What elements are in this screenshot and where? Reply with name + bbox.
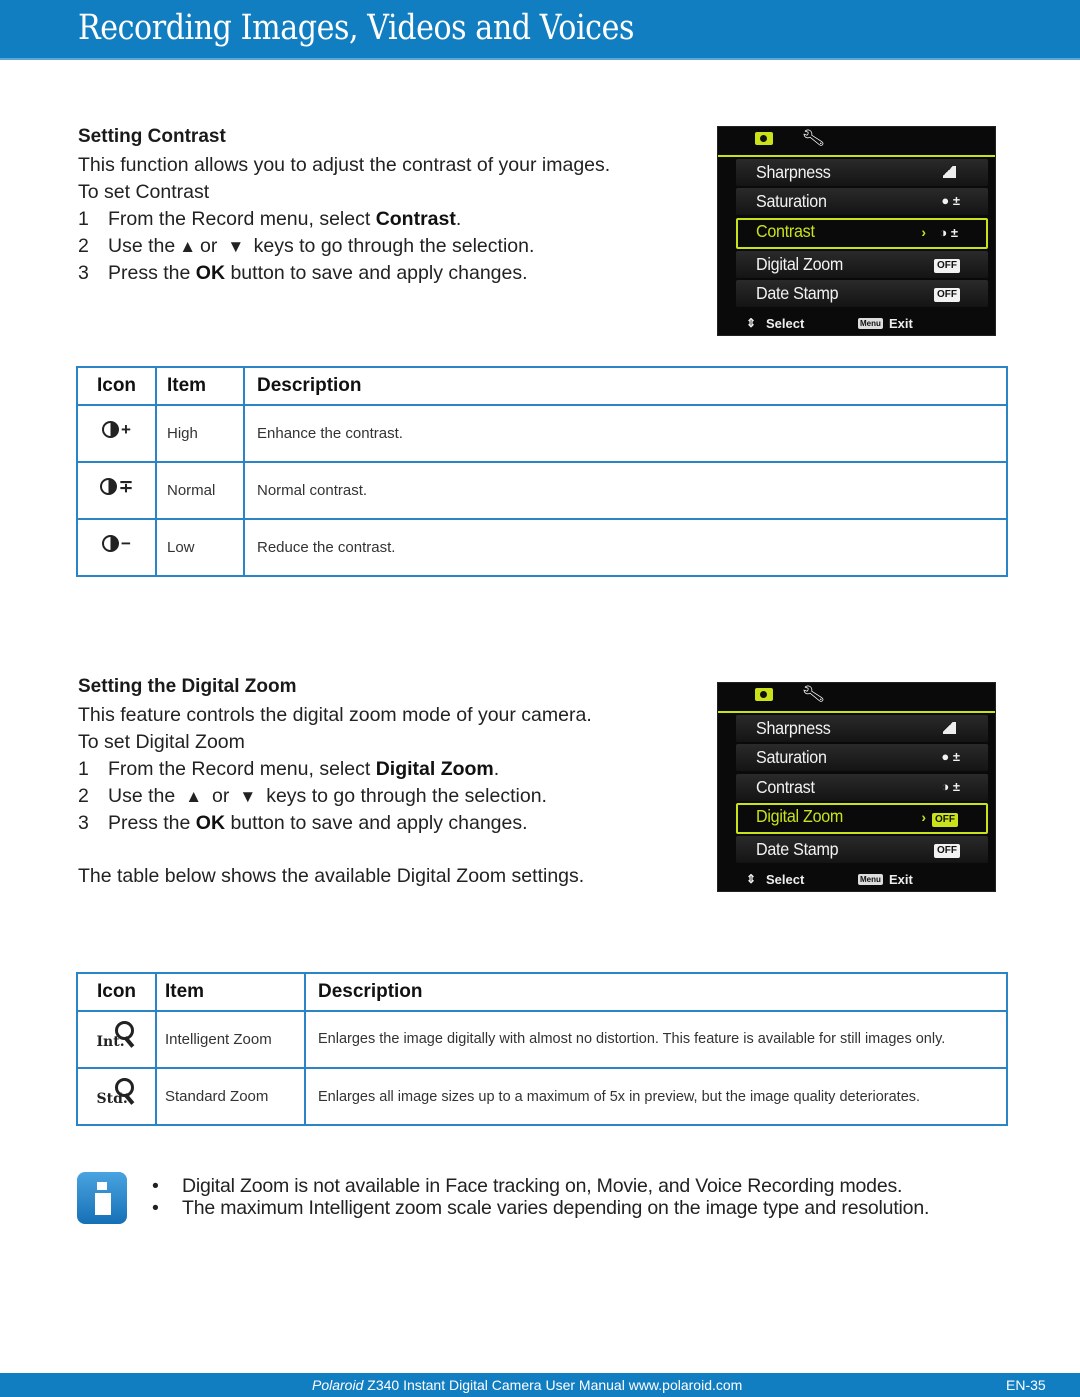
section-heading: Setting the Digital Zoom bbox=[78, 676, 297, 697]
chevron-right-icon: › bbox=[921, 808, 926, 825]
updown-arrows-icon: ⇕ bbox=[746, 316, 757, 330]
section-to-set: To set Digital Zoom bbox=[78, 731, 245, 753]
camera-menu-footer: ⇕ Select Menu Exit bbox=[746, 872, 913, 887]
info-icon bbox=[77, 1172, 127, 1224]
camera-menu-row-selected: Digital Zoom › OFF bbox=[736, 802, 988, 834]
contrast-low-icon: − bbox=[102, 534, 131, 554]
digital-zoom-table: Icon Item Description Int. Intelligent Z… bbox=[76, 972, 1008, 1126]
contrast-icon: ◑ ± bbox=[939, 224, 958, 240]
camera-menu-row: Saturation ● ± bbox=[736, 188, 988, 216]
section-to-set: To set Contrast bbox=[78, 181, 210, 203]
footer-text: Z340 Instant Digital Camera User Manual … bbox=[363, 1377, 743, 1393]
menu-button-icon: Menu bbox=[858, 318, 883, 329]
notes-list: • Digital Zoom is not available in Face … bbox=[150, 1175, 929, 1219]
step-2: 2 Use the ▲ or ▼ keys to go through the sel… bbox=[78, 233, 610, 260]
table-header-row: Icon Item Description bbox=[76, 972, 1008, 1012]
sharpness-icon bbox=[943, 166, 956, 178]
contrast-high-icon: + bbox=[102, 420, 131, 440]
standard-zoom-icon: Std. bbox=[95, 1077, 139, 1113]
camera-menu-footer: ⇕ Select Menu Exit bbox=[746, 316, 913, 331]
digital-zoom-section: Setting the Digital Zoom This feature co… bbox=[78, 676, 592, 890]
menu-button-icon: Menu bbox=[858, 874, 883, 885]
note-item: • Digital Zoom is not available in Face … bbox=[152, 1175, 903, 1197]
camera-menu-row: Sharpness bbox=[736, 159, 988, 186]
contrast-icon: ◑ ± bbox=[941, 778, 960, 794]
note-item: • The maximum Intelligent zoom scale var… bbox=[152, 1197, 930, 1219]
step-1: 1 From the Record menu, select Contrast. bbox=[78, 208, 462, 230]
up-arrow-icon: ▲ bbox=[179, 237, 197, 256]
table-row: ∓ Normal Normal contrast. bbox=[76, 461, 1008, 520]
contrast-section: Setting Contrast This function allows yo… bbox=[78, 126, 610, 287]
chevron-right-icon: › bbox=[921, 223, 926, 240]
off-badge: OFF bbox=[932, 812, 958, 827]
down-arrow-icon: ▼ bbox=[239, 787, 257, 806]
step-1: 1 From the Record menu, select Digital Z… bbox=[78, 758, 500, 780]
wrench-icon: 🔧︎ bbox=[800, 126, 827, 150]
sharpness-icon bbox=[943, 722, 956, 734]
table-row: Int. Intelligent Zoom Enlarges the image… bbox=[76, 1010, 1008, 1069]
page-title: Recording Images, Videos and Voices bbox=[78, 8, 635, 48]
step-3: 3 Press the OK button to save and apply … bbox=[78, 812, 528, 834]
camera-menu-screenshot-digital-zoom: 🔧︎ Sharpness Saturation ● ± Contrast ◑ ±… bbox=[717, 682, 996, 892]
step-3: 3 Press the OK button to save and apply … bbox=[78, 262, 528, 284]
table-row: Std. Standard Zoom Enlarges all image si… bbox=[76, 1067, 1008, 1126]
page-header: Recording Images, Videos and Voices bbox=[0, 0, 1080, 60]
wrench-icon: 🔧︎ bbox=[800, 682, 827, 706]
brand-name: Polaroid bbox=[312, 1377, 364, 1393]
updown-arrows-icon: ⇕ bbox=[746, 872, 757, 886]
saturation-icon: ● ± bbox=[941, 749, 960, 765]
camera-icon bbox=[755, 688, 773, 701]
section-heading: Setting Contrast bbox=[78, 126, 226, 147]
table-header-row: Icon Item Description bbox=[76, 366, 1008, 406]
saturation-icon: ● ± bbox=[941, 193, 960, 209]
table-note: The table below shows the available Digi… bbox=[78, 865, 585, 887]
off-badge: OFF bbox=[934, 844, 960, 859]
camera-menu-screenshot-contrast: 🔧︎ Sharpness Saturation ● ± Contrast › ◑… bbox=[717, 126, 996, 336]
camera-menu-row-selected: Contrast › ◑ ± bbox=[736, 217, 988, 249]
camera-menu-row: Saturation ● ± bbox=[736, 744, 988, 772]
down-arrow-icon: ▼ bbox=[227, 237, 245, 256]
camera-menu-row: Digital Zoom OFF bbox=[736, 250, 988, 278]
section-intro: This function allows you to adjust the c… bbox=[78, 154, 611, 176]
step-2: 2 Use the ▲ or ▼ keys to go through the sele… bbox=[78, 783, 592, 810]
camera-menu-row: Contrast ◑ ± bbox=[736, 773, 988, 801]
contrast-normal-icon: ∓ bbox=[99, 477, 133, 497]
intelligent-zoom-icon: Int. bbox=[95, 1020, 139, 1056]
camera-menu-row: Date Stamp OFF bbox=[736, 836, 988, 864]
section-intro: This feature controls the digital zoom m… bbox=[78, 704, 592, 726]
camera-icon bbox=[755, 132, 773, 145]
page-number: EN-35 bbox=[1006, 1377, 1046, 1393]
page-footer: Polaroid Z340 Instant Digital Camera Use… bbox=[0, 1373, 1080, 1397]
camera-menu-tabs: 🔧︎ bbox=[718, 682, 995, 713]
contrast-table: Icon Item Description + High Enhance the… bbox=[76, 366, 1008, 577]
table-row: + High Enhance the contrast. bbox=[76, 404, 1008, 463]
camera-menu-row: Sharpness bbox=[736, 715, 988, 742]
camera-menu-tabs: 🔧︎ bbox=[718, 126, 995, 157]
off-badge: OFF bbox=[934, 288, 960, 303]
table-row: − Low Reduce the contrast. bbox=[76, 518, 1008, 577]
off-badge: OFF bbox=[934, 258, 960, 273]
up-arrow-icon: ▲ bbox=[185, 787, 203, 806]
camera-menu-row: Date Stamp OFF bbox=[736, 280, 988, 308]
